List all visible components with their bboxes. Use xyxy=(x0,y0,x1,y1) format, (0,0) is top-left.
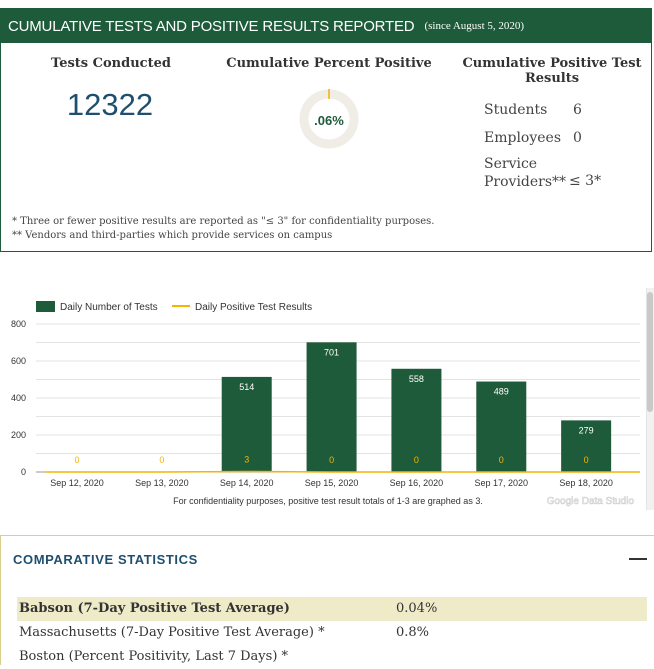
stat-row-boston: Boston (Percent Positivity, Last 7 Days)… xyxy=(17,645,647,669)
stat-row-babson: Babson (7-Day Positive Test Average) 0.0… xyxy=(17,597,647,621)
bar-value-label: 558 xyxy=(409,374,424,384)
providers-value: ≤ 3* xyxy=(569,173,601,189)
chart-scrollbar-thumb[interactable] xyxy=(647,292,653,412)
stat-value-babson: 0.04% xyxy=(396,601,437,616)
employees-value: 0 xyxy=(573,130,582,146)
tests-conducted-title: Tests Conducted xyxy=(31,56,191,71)
x-tick-label: Sep 14, 2020 xyxy=(220,478,274,488)
tests-conducted-value: 12322 xyxy=(49,87,171,123)
x-tick-label: Sep 12, 2020 xyxy=(50,478,104,488)
students-label: Students xyxy=(484,102,547,118)
x-tick-label: Sep 17, 2020 xyxy=(475,478,529,488)
banner-title: CUMULATIVE TESTS AND POSITIVE RESULTS RE… xyxy=(8,18,414,35)
chart-x-labels: Sep 12, 2020 Sep 13, 2020 Sep 14, 2020 Sep … xyxy=(50,478,613,488)
positive-results-title: Cumulative Positive Test Results xyxy=(459,56,645,86)
y-tick-label: 0 xyxy=(21,467,26,477)
stat-value-massachusetts: 0.8% xyxy=(396,625,429,640)
x-tick-label: Sep 16, 2020 xyxy=(390,478,444,488)
legend-tests-swatch xyxy=(36,301,55,312)
employees-label: Employees xyxy=(484,130,561,146)
bar-value-label: 701 xyxy=(324,347,339,357)
daily-tests-chart-svg: Daily Number of Tests Daily Positive Tes… xyxy=(0,288,646,513)
bar-value-label: 489 xyxy=(494,387,509,397)
chart-bars: 514 701 558 489 279 xyxy=(222,342,611,472)
percent-positive-title: Cumulative Percent Positive xyxy=(221,56,437,71)
y-tick-label: 800 xyxy=(11,319,26,329)
x-tick-label: Sep 18, 2020 xyxy=(559,478,613,488)
legend-tests-label: Daily Number of Tests xyxy=(60,302,158,313)
positive-results-line xyxy=(46,471,640,472)
positive-value-label: 3 xyxy=(244,454,249,464)
footnote-confidentiality: * Three or fewer positive results are re… xyxy=(12,216,434,227)
providers-label-line1: Service xyxy=(484,155,566,173)
daily-tests-chart: Daily Number of Tests Daily Positive Tes… xyxy=(0,288,646,513)
chart-legend: Daily Number of Tests Daily Positive Tes… xyxy=(36,301,312,313)
stat-label-babson: Babson (7-Day Positive Test Average) xyxy=(19,601,290,616)
chart-caption: For confidentiality purposes, positive t… xyxy=(173,496,483,506)
stat-label-massachusetts: Massachusetts (7-Day Positive Test Avera… xyxy=(19,625,325,640)
y-tick-label: 600 xyxy=(11,356,26,366)
bar-value-label: 279 xyxy=(579,425,594,435)
footnote-vendors: ** Vendors and third-parties which provi… xyxy=(12,230,332,241)
comparative-statistics-title: COMPARATIVE STATISTICS xyxy=(13,552,198,567)
bar-daily-tests xyxy=(307,342,357,472)
positive-value-label: 0 xyxy=(329,455,334,465)
stat-row-massachusetts: Massachusetts (7-Day Positive Test Avera… xyxy=(17,621,647,645)
panel-banner: CUMULATIVE TESTS AND POSITIVE RESULTS RE… xyxy=(1,9,651,43)
positive-value-label: 0 xyxy=(74,455,79,465)
chart-watermark: Google Data Studio xyxy=(547,496,635,507)
students-value: 6 xyxy=(573,102,582,118)
collapse-minus-icon[interactable] xyxy=(629,558,647,560)
banner-subtitle: (since August 5, 2020) xyxy=(424,20,524,32)
providers-label: Service Providers** xyxy=(484,155,566,191)
positive-results-title-line2: Results xyxy=(459,71,645,86)
y-tick-label: 200 xyxy=(11,430,26,440)
legend-positive-label: Daily Positive Test Results xyxy=(195,302,312,313)
cumulative-panel: CUMULATIVE TESTS AND POSITIVE RESULTS RE… xyxy=(0,8,652,252)
bar-value-label: 514 xyxy=(239,382,254,392)
providers-label-line2: Providers** xyxy=(484,173,566,191)
positive-value-label: 0 xyxy=(159,455,164,465)
y-tick-label: 400 xyxy=(11,393,26,403)
positive-value-label: 0 xyxy=(584,455,589,465)
percent-positive-value: .06% xyxy=(297,113,361,128)
stat-label-boston: Boston (Percent Positivity, Last 7 Days)… xyxy=(19,649,288,664)
positive-results-title-line1: Cumulative Positive Test xyxy=(459,56,645,71)
positive-value-label: 0 xyxy=(414,455,419,465)
positive-value-label: 0 xyxy=(499,455,504,465)
x-tick-label: Sep 15, 2020 xyxy=(305,478,359,488)
comparative-statistics-section: COMPARATIVE STATISTICS Babson (7-Day Pos… xyxy=(0,535,654,665)
x-tick-label: Sep 13, 2020 xyxy=(135,478,189,488)
